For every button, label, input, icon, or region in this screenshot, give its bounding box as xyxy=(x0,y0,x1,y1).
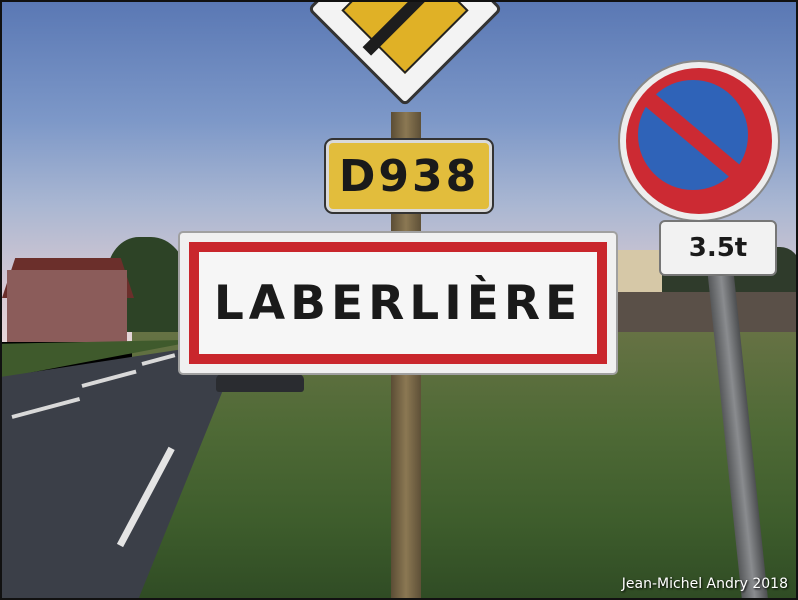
house-left xyxy=(7,270,127,342)
road-number-sign: D938 xyxy=(324,138,494,214)
no-parking-sign xyxy=(618,60,780,222)
weight-limit-plate: 3.5t xyxy=(659,220,777,276)
town-sign-border: LABERLIÈRE xyxy=(189,242,607,364)
photo-scene: D938 LABERLIÈRE 3.5t Jean-Michel Andry 2… xyxy=(0,0,798,600)
diamond-sign-bar xyxy=(362,2,449,56)
diamond-sign-plate xyxy=(307,2,503,107)
weight-limit-text: 3.5t xyxy=(688,233,748,263)
town-name: LABERLIÈRE xyxy=(213,275,583,331)
parked-car xyxy=(216,374,304,392)
priority-road-end-sign xyxy=(304,2,503,110)
road-number-text: D938 xyxy=(338,150,480,202)
diamond-sign-yellow xyxy=(341,2,469,75)
photo-credit: Jean-Michel Andry 2018 xyxy=(621,576,788,592)
town-entry-sign: LABERLIÈRE xyxy=(178,231,618,375)
